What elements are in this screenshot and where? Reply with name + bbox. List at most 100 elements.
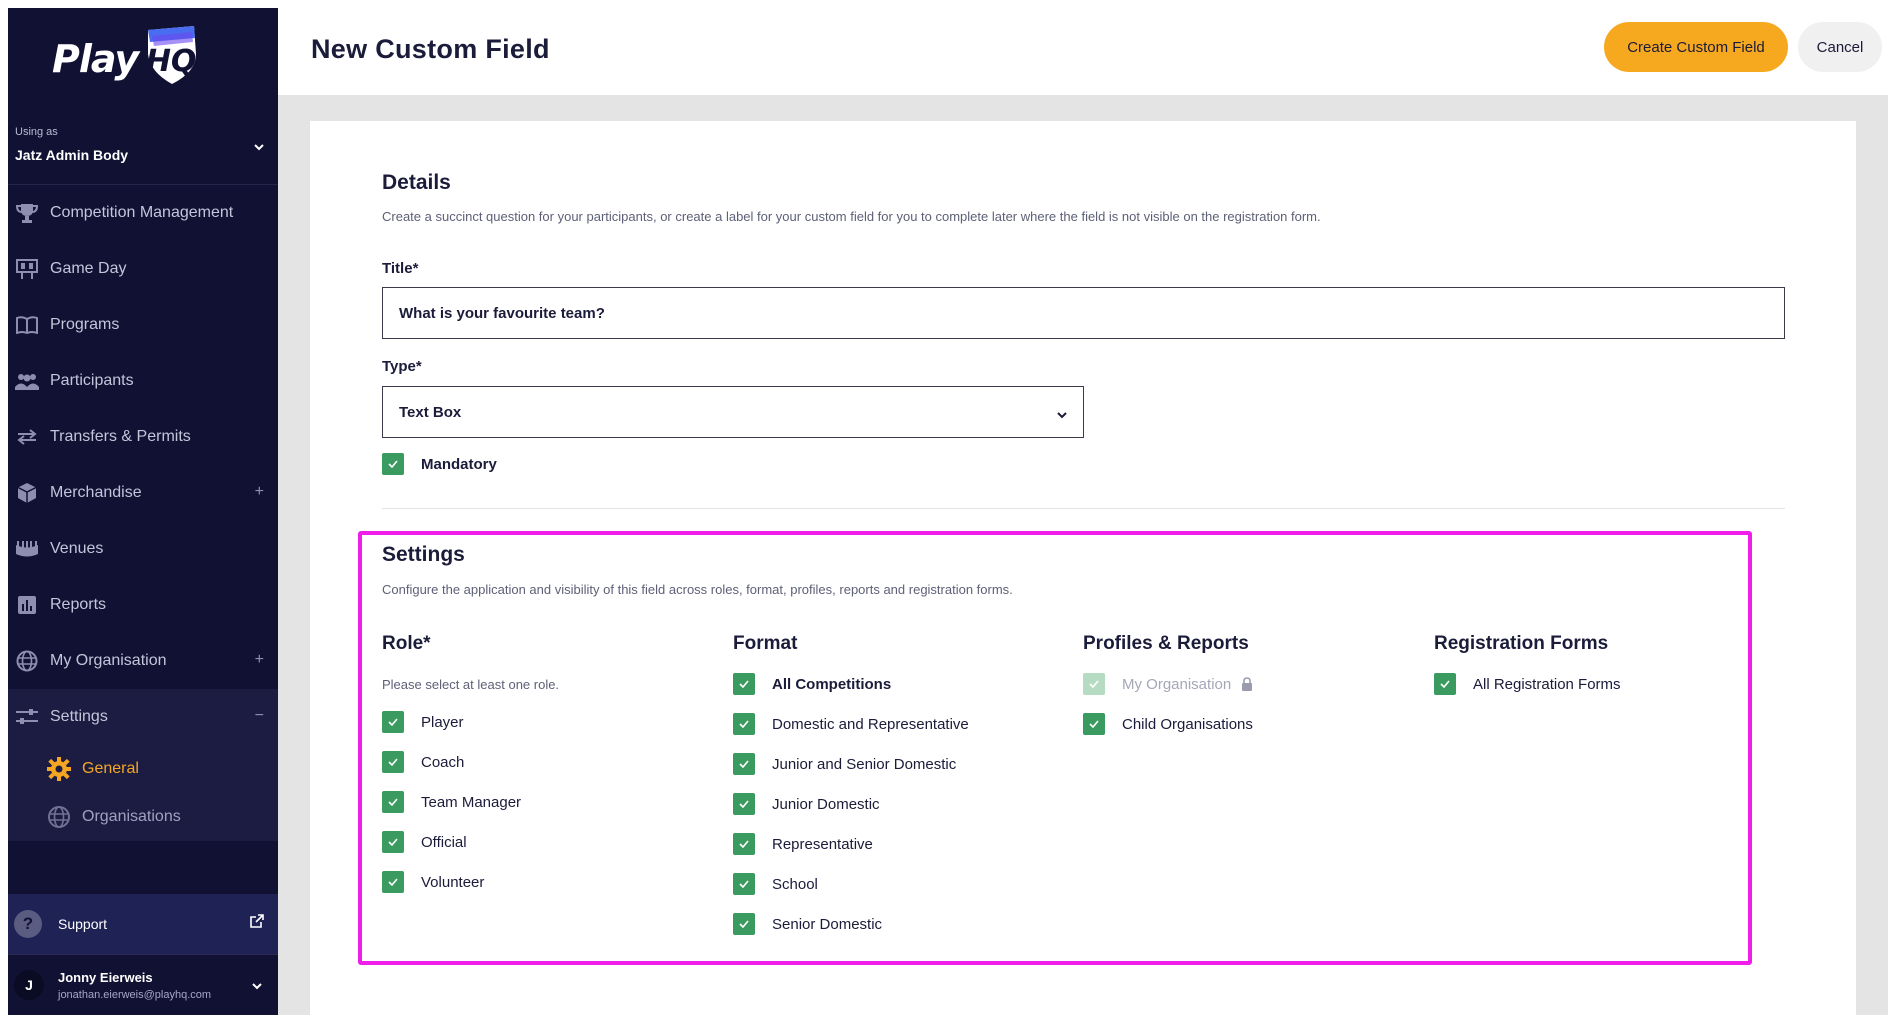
format-checkbox[interactable]: Junior Domestic [733, 793, 880, 815]
checkbox-label: School [772, 875, 818, 893]
globe-icon [46, 804, 72, 830]
checkmark-icon [1083, 713, 1105, 735]
globe-icon [14, 650, 40, 672]
format-checkbox[interactable]: All Competitions [733, 673, 891, 695]
stadium-icon [14, 538, 40, 560]
format-heading: Format [733, 633, 798, 654]
logo-mark: HQ [145, 43, 197, 79]
gear-icon [46, 756, 72, 782]
sliders-icon [14, 706, 40, 728]
role-checkbox[interactable]: Official [382, 831, 467, 853]
page-header: New Custom Field Create Custom Field Can… [278, 8, 1888, 96]
title-label: Title* [382, 260, 419, 277]
type-select[interactable]: Text Box [382, 386, 1084, 438]
nav-label: Game Day [50, 260, 127, 277]
checkmark-icon [733, 673, 755, 695]
nav-game-day[interactable]: Game Day [8, 241, 278, 297]
expand-plus-icon[interactable]: + [255, 483, 264, 501]
scoreboard-icon [14, 258, 40, 280]
checkbox-label: All Competitions [772, 675, 892, 693]
checkmark-icon [382, 751, 404, 773]
checkbox-label: Mandatory [421, 455, 497, 473]
type-label: Type* [382, 358, 422, 375]
sidebar: Play HQ Using as Jatz Admin Body Competi… [8, 8, 278, 1015]
format-checkbox[interactable]: Junior and Senior Domestic [733, 753, 956, 775]
page-title: New Custom Field [311, 34, 550, 64]
checkmark-icon [1434, 673, 1456, 695]
nav-venues[interactable]: Venues [8, 521, 278, 577]
checkmark-icon [733, 913, 755, 935]
settings-group: Settings − General Organisations [8, 689, 278, 841]
role-checkbox[interactable]: Volunteer [382, 871, 484, 893]
format-checkbox[interactable]: Domestic and Representative [733, 713, 969, 735]
role-checkbox[interactable]: Coach [382, 751, 464, 773]
box-icon [14, 482, 40, 504]
profiles-my-organisation-checkbox: My Organisation [1083, 673, 1253, 695]
user-details: Jonny Eierweis jonathan.eierweis@playhq.… [58, 970, 211, 1001]
user-menu[interactable]: J Jonny Eierweis jonathan.eierweis@playh… [8, 954, 278, 1015]
checkmark-icon [1083, 673, 1105, 695]
nav-competition-management[interactable]: Competition Management [8, 185, 278, 241]
support-link[interactable]: ? Support [8, 894, 278, 954]
checkbox-label: All Registration Forms [1473, 675, 1621, 693]
organisation-switcher[interactable]: Using as Jatz Admin Body [8, 110, 278, 185]
expand-plus-icon[interactable]: + [255, 651, 264, 669]
registration-forms-heading: Registration Forms [1434, 633, 1609, 654]
chevron-down-icon [1057, 406, 1067, 423]
nav-programs[interactable]: Programs [8, 297, 278, 353]
mandatory-checkbox[interactable]: Mandatory [382, 453, 497, 475]
format-checkbox[interactable]: Representative [733, 833, 873, 855]
checkbox-label: Domestic and Representative [772, 715, 969, 733]
role-heading: Role* [382, 633, 431, 654]
checkbox-label: Junior Domestic [772, 795, 880, 813]
role-checkbox[interactable]: Team Manager [382, 791, 521, 813]
nav-label: My Organisation [50, 652, 167, 669]
nav-merchandise[interactable]: Merchandise + [8, 465, 278, 521]
checkbox-label: Child Organisations [1122, 715, 1253, 733]
checkbox-label: Coach [421, 753, 465, 771]
settings-heading: Settings [382, 543, 465, 566]
role-checkbox[interactable]: Player [382, 711, 464, 733]
format-checkbox[interactable]: Senior Domestic [733, 913, 882, 935]
form-card [310, 121, 1856, 1015]
nav-label: Organisations [82, 808, 181, 825]
section-divider [382, 508, 1785, 509]
playhq-logo[interactable]: Play HQ [8, 8, 278, 110]
nav-participants[interactable]: Participants [8, 353, 278, 409]
nav-settings-general[interactable]: General [8, 745, 278, 793]
checkmark-icon [382, 453, 404, 475]
transfer-icon [14, 426, 40, 448]
nav-reports[interactable]: Reports [8, 577, 278, 633]
avatar: J [14, 970, 44, 1000]
nav-label: Settings [50, 708, 108, 725]
checkmark-icon [382, 791, 404, 813]
registration-all-forms-checkbox[interactable]: All Registration Forms [1434, 673, 1621, 695]
checkbox-label: Player [421, 713, 464, 731]
details-heading: Details [382, 171, 451, 194]
cancel-button[interactable]: Cancel [1798, 22, 1882, 72]
checkbox-label: Volunteer [421, 873, 485, 891]
nav-my-organisation[interactable]: My Organisation + [8, 633, 278, 689]
collapse-minus-icon[interactable]: − [255, 707, 264, 725]
profiles-child-organisations-checkbox[interactable]: Child Organisations [1083, 713, 1253, 735]
title-input[interactable] [382, 287, 1785, 339]
nav-label: Programs [50, 316, 120, 333]
organisation-name: Jatz Admin Body [15, 147, 129, 163]
nav-label: Venues [50, 540, 104, 557]
checkmark-icon [382, 711, 404, 733]
book-icon [14, 314, 40, 336]
nav-label: General [82, 760, 139, 777]
external-link-icon [250, 914, 264, 931]
checkmark-icon [733, 793, 755, 815]
nav-transfers-permits[interactable]: Transfers & Permits [8, 409, 278, 465]
nav-label: Participants [50, 372, 134, 389]
checkmark-icon [733, 753, 755, 775]
nav-settings-organisations[interactable]: Organisations [8, 793, 278, 841]
nav-settings[interactable]: Settings − [8, 689, 278, 745]
format-checkbox[interactable]: School [733, 873, 818, 895]
checkmark-icon [382, 831, 404, 853]
create-custom-field-button[interactable]: Create Custom Field [1604, 22, 1788, 72]
checkmark-icon [733, 713, 755, 735]
logo-shield-icon: HQ [142, 24, 200, 86]
help-icon: ? [14, 910, 42, 938]
